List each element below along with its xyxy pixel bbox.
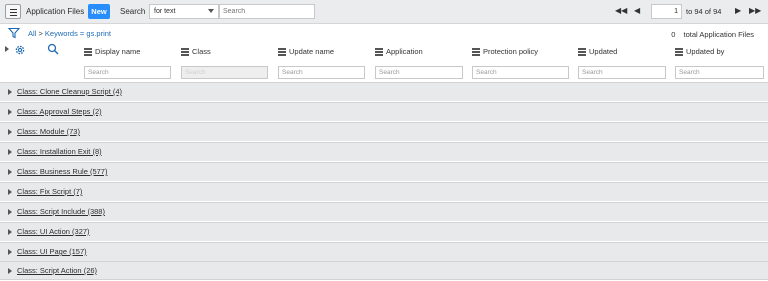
expand-group-icon[interactable] <box>8 209 12 215</box>
expand-group-icon[interactable] <box>8 189 12 195</box>
expand-group-icon[interactable] <box>8 169 12 175</box>
expand-all-icon[interactable] <box>5 46 9 52</box>
column-header-protection-policy[interactable]: Protection policy <box>472 47 538 57</box>
group-label[interactable]: Class: Script Include (388) <box>17 207 105 216</box>
column-menu-icon[interactable] <box>675 48 683 56</box>
search-label: Search <box>120 7 146 16</box>
column-header-display-name[interactable]: Display name <box>84 47 140 57</box>
group-row[interactable]: Class: Approval Steps (2) <box>0 102 768 121</box>
list-toolbar: Application Files New Search for text ◀◀… <box>0 0 768 24</box>
gear-icon[interactable] <box>14 44 26 56</box>
column-search-update-name[interactable]: Search <box>278 66 365 79</box>
column-menu-icon[interactable] <box>472 48 480 56</box>
list-menu-button[interactable] <box>5 4 21 19</box>
group-row[interactable]: Class: UI Action (327) <box>0 222 768 241</box>
total-label: total Application Files <box>683 30 754 39</box>
column-menu-icon[interactable] <box>84 48 92 56</box>
column-menu-icon[interactable] <box>278 48 286 56</box>
column-search-updated-by[interactable]: Search <box>675 66 764 79</box>
column-menu-icon[interactable] <box>375 48 383 56</box>
search-icon[interactable] <box>47 43 59 55</box>
expand-group-icon[interactable] <box>8 129 12 135</box>
column-header-update-name[interactable]: Update name <box>278 47 334 57</box>
column-search-display-name[interactable]: Search <box>84 66 171 79</box>
group-row[interactable]: Class: Clone Cleanup Script (4) <box>0 82 768 101</box>
pager-range: to 94 of 94 <box>686 7 722 16</box>
expand-group-icon[interactable] <box>8 268 12 274</box>
new-button[interactable]: New <box>88 4 110 19</box>
expand-group-icon[interactable] <box>8 89 12 95</box>
breadcrumb: All > Keywords = gs.print <box>28 29 111 38</box>
total-records: 0 total Application Files <box>671 30 754 39</box>
expand-group-icon[interactable] <box>8 249 12 255</box>
group-label[interactable]: Class: Fix Script (7) <box>17 187 82 196</box>
group-label[interactable]: Class: UI Page (157) <box>17 247 87 256</box>
group-label[interactable]: Class: Clone Cleanup Script (4) <box>17 87 122 96</box>
expand-group-icon[interactable] <box>8 149 12 155</box>
prev-page-icon[interactable]: ◀ <box>634 6 640 16</box>
column-search-updated[interactable]: Search <box>578 66 666 79</box>
search-field-select[interactable]: for text <box>149 4 219 19</box>
last-page-icon[interactable]: ▶▶ <box>749 6 761 16</box>
group-label[interactable]: Class: Approval Steps (2) <box>17 107 102 116</box>
column-menu-icon[interactable] <box>181 48 189 56</box>
group-row[interactable]: Class: UI Page (157) <box>0 242 768 261</box>
group-label[interactable]: Class: Script Action (26) <box>17 266 97 275</box>
search-field-selected: for text <box>154 8 176 15</box>
column-search-application[interactable]: Search <box>375 66 463 79</box>
page-number-input[interactable]: 1 <box>651 4 682 19</box>
first-page-icon[interactable]: ◀◀ <box>615 6 627 16</box>
column-menu-icon[interactable] <box>578 48 586 56</box>
breadcrumb-filter[interactable]: Keywords = gs.print <box>45 29 111 38</box>
group-row[interactable]: Class: Script Action (26) <box>0 261 768 280</box>
column-header-class[interactable]: Class <box>181 47 211 57</box>
group-label[interactable]: Class: Business Rule (577) <box>17 167 107 176</box>
group-row[interactable]: Class: Script Include (388) <box>0 202 768 221</box>
group-label[interactable]: Class: UI Action (327) <box>17 227 90 236</box>
group-label[interactable]: Class: Module (73) <box>17 127 80 136</box>
group-row[interactable]: Class: Fix Script (7) <box>0 182 768 201</box>
list-title: Application Files <box>26 7 85 16</box>
expand-group-icon[interactable] <box>8 229 12 235</box>
hamburger-icon <box>10 9 17 10</box>
next-page-icon[interactable]: ▶ <box>735 6 741 16</box>
breadcrumb-separator: > <box>38 29 43 38</box>
column-header-application[interactable]: Application <box>375 47 423 57</box>
column-search-protection-policy[interactable]: Search <box>472 66 569 79</box>
breadcrumb-all[interactable]: All <box>28 29 36 38</box>
funnel-icon[interactable] <box>8 27 20 39</box>
group-label[interactable]: Class: Installation Exit (8) <box>17 147 102 156</box>
group-row[interactable]: Class: Business Rule (577) <box>0 162 768 181</box>
chevron-down-icon <box>208 9 214 13</box>
group-row[interactable]: Class: Installation Exit (8) <box>0 142 768 161</box>
group-row[interactable]: Class: Module (73) <box>0 122 768 141</box>
column-header-updated[interactable]: Updated <box>578 47 617 57</box>
expand-group-icon[interactable] <box>8 109 12 115</box>
search-input[interactable] <box>219 4 315 19</box>
column-search-class: Search <box>181 66 268 79</box>
column-header-updated-by[interactable]: Updated by <box>675 47 724 57</box>
total-count: 0 <box>671 30 676 39</box>
